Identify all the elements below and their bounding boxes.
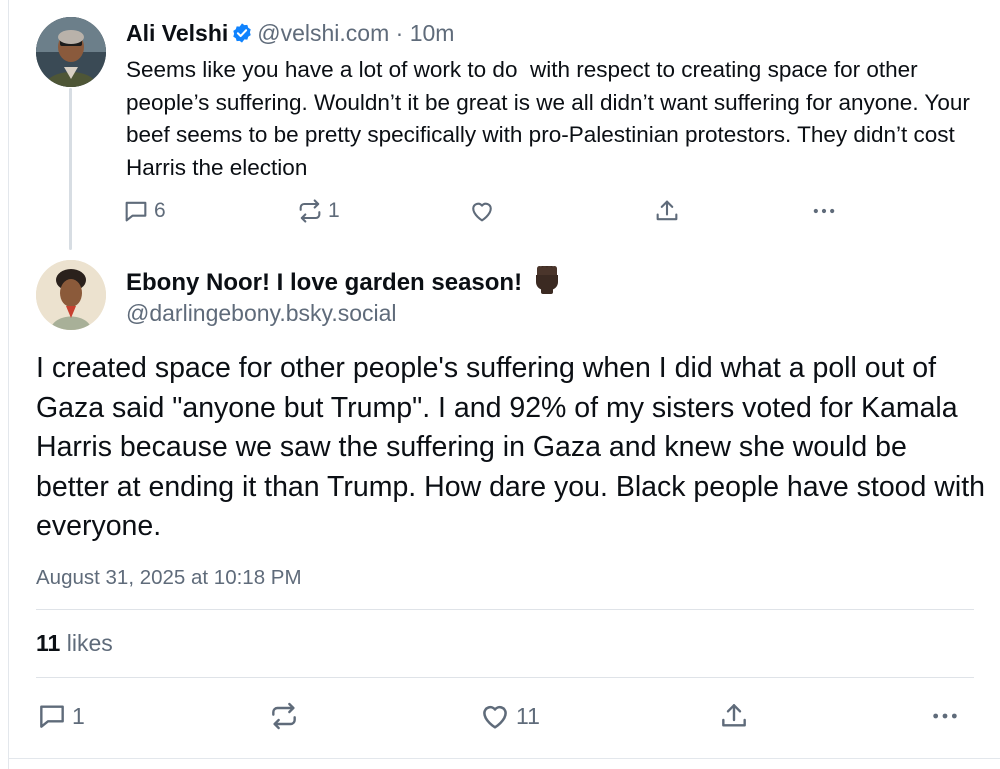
avatar[interactable] xyxy=(36,260,106,330)
more-button[interactable] xyxy=(929,699,961,733)
share-icon xyxy=(718,700,750,732)
share-icon xyxy=(653,197,681,225)
main-post-text: I created space for other people's suffe… xyxy=(36,352,985,542)
repost-count: 1 xyxy=(328,199,340,222)
post-time[interactable]: 10m xyxy=(410,20,455,46)
likes-summary[interactable]: 11 likes xyxy=(36,628,113,658)
reply-icon xyxy=(122,197,150,225)
parent-post-text: Seems like you have a lot of work to do … xyxy=(126,57,977,181)
reply-count: 1 xyxy=(72,702,85,729)
more-icon xyxy=(929,700,961,732)
more-button[interactable] xyxy=(810,195,838,227)
reply-count: 6 xyxy=(154,199,166,222)
main-post-actions: 1 11 xyxy=(36,699,976,733)
author-handle[interactable]: @velshi.com xyxy=(257,20,389,46)
frame-left-border xyxy=(8,0,9,769)
divider xyxy=(36,677,974,678)
share-button[interactable] xyxy=(653,195,681,227)
like-button[interactable] xyxy=(468,195,496,227)
parent-post-header: Ali Velshi @velshi.com · 10m xyxy=(126,18,454,51)
divider xyxy=(36,609,974,610)
reply-button[interactable]: 1 xyxy=(36,699,85,733)
more-icon xyxy=(810,197,838,225)
repost-icon xyxy=(268,700,300,732)
likes-label: likes xyxy=(66,630,113,656)
repost-button[interactable]: 1 xyxy=(296,195,340,227)
avatar-velshi-image xyxy=(36,17,106,87)
heart-icon xyxy=(468,197,496,225)
post-timestamp: August 31, 2025 at 10:18 PM xyxy=(36,566,302,589)
verified-badge-icon xyxy=(231,21,253,51)
author-handle[interactable]: @darlingebony.bsky.social xyxy=(126,298,397,328)
raised-fist-icon xyxy=(530,263,562,304)
heart-icon xyxy=(478,699,512,733)
share-button[interactable] xyxy=(718,699,750,733)
separator-dot: · xyxy=(395,20,404,46)
likes-count: 11 xyxy=(36,630,61,656)
repost-icon xyxy=(296,197,324,225)
thread-connector-line xyxy=(69,88,72,250)
bottom-divider xyxy=(8,758,1000,759)
like-button[interactable]: 11 xyxy=(478,699,540,733)
reply-button[interactable]: 6 xyxy=(122,195,166,227)
parent-post-actions: 6 1 xyxy=(122,195,842,227)
like-count: 11 xyxy=(516,702,540,729)
repost-button[interactable] xyxy=(268,699,300,733)
avatar-ebony-image xyxy=(36,260,106,330)
avatar[interactable] xyxy=(36,17,106,87)
author-name[interactable]: Ebony Noor! I love garden season! xyxy=(126,269,522,296)
reply-icon xyxy=(36,700,68,732)
author-name[interactable]: Ali Velshi xyxy=(126,20,228,46)
